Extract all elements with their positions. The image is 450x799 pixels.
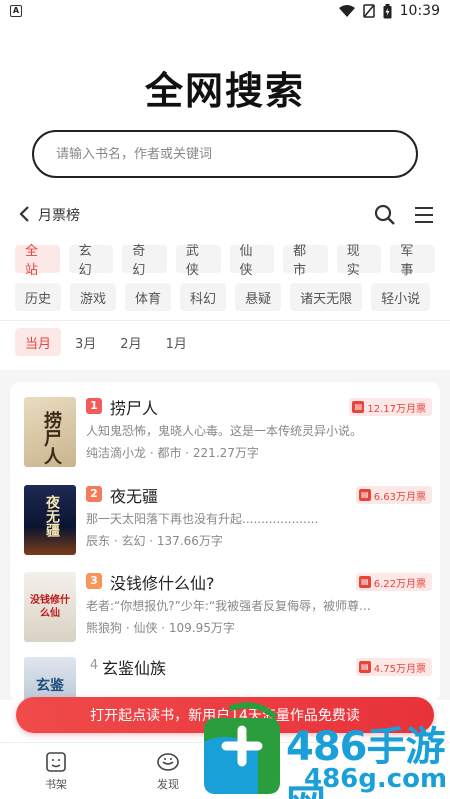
rank-badge: 1 [86, 398, 102, 414]
ticket-icon: ▤ [358, 576, 371, 588]
ranking-header: 月票榜 [18, 202, 434, 228]
ranking-list-panel: 捞尸人 1 捞尸人 ▤ 12.17万月票 人知鬼恐怖，鬼晓人心毒。这是一本传统灵… [0, 370, 450, 702]
chevron-left-icon[interactable] [18, 205, 30, 226]
category-chip[interactable]: 武侠 [175, 244, 221, 278]
category-chip[interactable]: 悬疑 [235, 283, 282, 311]
rank-badge: 2 [86, 486, 102, 502]
monthly-tickets: ▤ 6.22万月票 [355, 573, 432, 591]
discover-icon [157, 753, 179, 771]
category-chip[interactable]: 都市 [283, 244, 328, 278]
tab-label: 发现 [157, 778, 179, 791]
watermark-logo-icon [204, 702, 280, 794]
ticket-icon: ▤ [352, 401, 365, 413]
category-chip[interactable]: 玄幻 [68, 244, 114, 278]
book-meta: 熊狼狗 · 仙侠 · 109.95万字 [86, 621, 235, 635]
tab-label: 书架 [45, 778, 67, 791]
book-description: 老者:“你想报仇?”少年:“我被强者反复侮辱，被师尊... [86, 599, 371, 613]
category-chip[interactable]: 奇幻 [122, 244, 167, 278]
menu-icon[interactable] [414, 206, 434, 224]
period-tab-current[interactable]: 当月 [15, 328, 62, 356]
category-chip[interactable]: 科幻 [180, 283, 227, 311]
book-title[interactable]: 玄鉴仙族 [102, 655, 166, 679]
cover-title: 夜无疆 [44, 495, 60, 537]
cover-title: 玄鉴 [36, 678, 64, 694]
category-row: 全站 玄幻 奇幻 武侠 仙侠 都市 现实 军事 [15, 244, 435, 278]
wifi-icon [338, 5, 355, 17]
status-bar: A 10:39 [0, 0, 450, 22]
category-chip[interactable]: 轻小说 [371, 283, 431, 311]
ranking-list: 捞尸人 1 捞尸人 ▤ 12.17万月票 人知鬼恐怖，鬼晓人心毒。这是一本传统灵… [10, 382, 440, 702]
search-icon[interactable] [374, 204, 396, 226]
cover-title: 没钱修什么仙 [30, 595, 70, 619]
category-chip[interactable]: 军事 [390, 244, 435, 278]
divider [0, 320, 450, 321]
book-meta: 辰东 · 玄幻 · 137.66万字 [86, 534, 223, 548]
battery-icon [383, 3, 392, 18]
period-filter: 当月 3月 2月 1月 [15, 328, 197, 356]
book-item[interactable]: 捞尸人 1 捞尸人 ▤ 12.17万月票 人知鬼恐怖，鬼晓人心毒。这是一本传统灵… [24, 397, 432, 475]
book-item[interactable]: 没钱修什么仙 3 没钱修什么仙? ▤ 6.22万月票 老者:“你想报仇?”少年:… [24, 572, 432, 650]
book-item[interactable]: 玄鉴 4 玄鉴仙族 ▤ 4.75万月票 [24, 657, 432, 702]
search-box[interactable] [32, 130, 418, 178]
status-icons: 10:39 [338, 3, 440, 19]
book-cover[interactable]: 捞尸人 [24, 397, 76, 467]
ticket-count: 6.22万月票 [373, 578, 426, 590]
book-description: 人知鬼恐怖，鬼晓人心毒。这是一本传统灵异小说。 [86, 424, 363, 438]
monthly-tickets: ▤ 12.17万月票 [349, 398, 432, 416]
rank-badge: 3 [86, 573, 102, 589]
no-signal-icon [362, 4, 375, 18]
status-time: 10:39 [399, 3, 440, 19]
category-chip[interactable]: 现实 [336, 244, 382, 278]
book-cover[interactable]: 没钱修什么仙 [24, 572, 76, 642]
rank-badge: 4 [89, 658, 99, 673]
monthly-tickets: ▤ 4.75万月票 [355, 658, 432, 676]
watermark-subtext: 486g.com [304, 764, 448, 794]
book-description: 那一天太阳落下再也没有升起.................... [86, 512, 319, 526]
bookshelf-icon [46, 752, 66, 772]
category-chip[interactable]: 体育 [125, 283, 172, 311]
ranking-title[interactable]: 月票榜 [38, 205, 80, 225]
ticket-count: 12.17万月票 [367, 403, 426, 415]
monthly-tickets: ▤ 6.63万月票 [355, 486, 432, 504]
ticket-icon: ▤ [358, 661, 371, 673]
ticket-count: 4.75万月票 [373, 663, 426, 675]
category-chip[interactable]: 游戏 [70, 283, 117, 311]
book-title[interactable]: 捞尸人 [110, 395, 158, 419]
tab-bookshelf[interactable]: 书架 [0, 743, 112, 799]
category-chip[interactable]: 历史 [15, 283, 62, 311]
category-filter: 全站 玄幻 奇幻 武侠 仙侠 都市 现实 军事 历史 游戏 体育 科幻 悬疑 诸… [15, 244, 435, 321]
app-notification-icon: A [10, 5, 22, 17]
category-chip-all[interactable]: 全站 [15, 244, 60, 278]
category-row: 历史 游戏 体育 科幻 悬疑 诸天无限 轻小说 [15, 283, 435, 311]
book-cover[interactable]: 玄鉴 [24, 657, 76, 702]
ticket-count: 6.63万月票 [373, 491, 426, 503]
period-tab[interactable]: 2月 [110, 328, 151, 356]
period-tab[interactable]: 1月 [156, 328, 197, 356]
search-input[interactable] [56, 146, 416, 162]
category-chip[interactable]: 诸天无限 [290, 283, 363, 311]
category-chip[interactable]: 仙侠 [229, 244, 275, 278]
ranking-tools [374, 204, 434, 226]
page-title: 全网搜索 [144, 69, 305, 113]
book-title[interactable]: 夜无疆 [110, 483, 158, 507]
book-title[interactable]: 没钱修什么仙? [110, 570, 215, 594]
book-cover[interactable]: 夜无疆 [24, 485, 76, 555]
watermark: 486手游网 486g.com [196, 700, 450, 799]
period-tab[interactable]: 3月 [65, 328, 106, 356]
ticket-icon: ▤ [358, 489, 371, 501]
book-meta: 纯洁滴小龙 · 都市 · 221.27万字 [86, 446, 259, 460]
book-item[interactable]: 夜无疆 2 夜无疆 ▤ 6.63万月票 那一天太阳落下再也没有升起.......… [24, 485, 432, 563]
cover-title: 捞尸人 [41, 411, 62, 465]
